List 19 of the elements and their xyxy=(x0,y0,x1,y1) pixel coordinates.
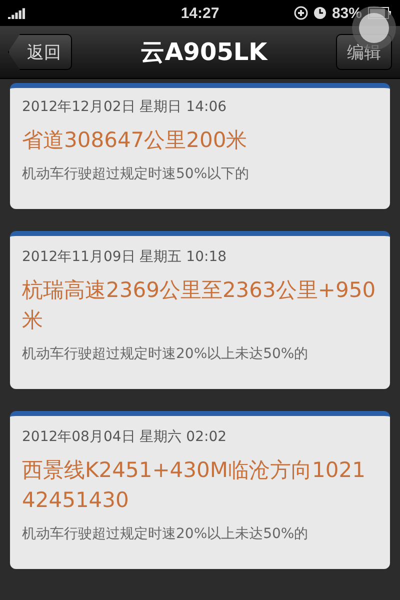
record-location: 杭瑞高速2369公里至2363公里+950米 xyxy=(22,277,377,334)
record-violation: 机动车行驶超过规定时速20%以上未达50%的 xyxy=(22,524,310,543)
record-card[interactable]: 2012年08月04日 星期六 02:02 西景线K2451+430M临沧方向102142451430 机动车行驶超过规定时速20%以上未达50%的 xyxy=(10,411,390,569)
record-date: 2012年11月09日 星期五 10:18 xyxy=(22,248,228,266)
rotation-lock-icon xyxy=(294,6,308,20)
record-card[interactable]: 2012年11月09日 星期五 10:18 杭瑞高速2369公里至2363公里+950米 机动车行驶超过规定时速20%以上未达50%的 xyxy=(10,231,390,390)
status-time: 14:27 xyxy=(180,4,220,22)
page-title: 云A905LK xyxy=(140,37,268,68)
clock-icon xyxy=(314,7,326,19)
record-date: 2012年08月04日 星期六 02:02 xyxy=(22,428,228,446)
record-violation: 机动车行驶超过规定时速50%以下的 xyxy=(22,165,250,184)
back-button[interactable]: 返回 xyxy=(8,34,72,70)
battery-percent: 83% xyxy=(332,4,362,22)
record-violation: 机动车行驶超过规定时速20%以上未达50%的 xyxy=(22,345,310,364)
signal-icon xyxy=(8,7,26,19)
record-card[interactable]: 2012年12月02日 星期日 14:06 省道308647公里200米 机动车行驶超过规定时速50%以下的 xyxy=(10,83,390,210)
record-date: 2012年12月02日 星期日 14:06 xyxy=(22,98,228,116)
record-location: 西景线K2451+430M临沧方向102142451430 xyxy=(22,457,366,514)
record-location: 省道308647公里200米 xyxy=(22,127,248,154)
